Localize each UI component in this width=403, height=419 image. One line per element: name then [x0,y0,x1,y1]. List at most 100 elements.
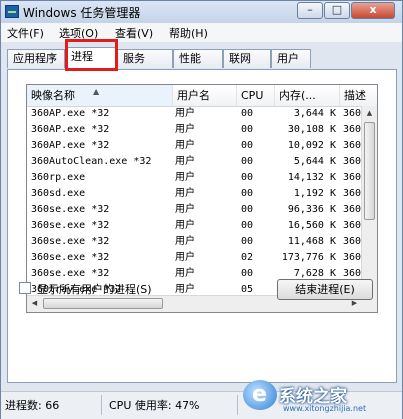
cell-user-name: 用户 [175,268,195,279]
table-row[interactable]: 360se.exe *32 用户 00 96,336 K 360 [27,202,363,218]
cell-user-name: 用户 [175,188,195,199]
cell-cpu: 00 [241,188,254,199]
column-cpu[interactable]: CPU [237,85,275,106]
cell-image-name: 360se.exe *32 [31,252,110,263]
end-process-button[interactable]: 结束进程(E) [277,279,373,300]
cell-description: 360 [343,108,362,119]
cell-image-name: 360se.exe *32 [31,236,110,247]
cell-cpu: 00 [241,156,254,167]
scroll-left-icon[interactable]: ◀ [27,296,42,311]
window-title: Windows 任务管理器 [23,6,141,20]
cell-description: 360 [343,172,362,183]
cell-description: 360 [343,252,362,263]
cell-user-name: 用户 [175,252,195,263]
cell-memory: 173,776 K [281,252,336,263]
cell-user-name: 用户 [175,236,195,247]
cell-cpu: 00 [241,124,254,135]
cell-image-name: 360sd.exe [31,188,86,199]
cell-user-name: 用户 [175,156,195,167]
highlight-box [65,39,118,71]
cell-memory: 1,192 K [293,188,336,199]
maximize-button[interactable]: □ [324,2,350,19]
cpu-usage: CPU 使用率: 47% [109,399,200,412]
table-row[interactable]: 360AP.exe *32 用户 00 10,092 K 360 [27,138,363,154]
cell-image-name: 360rp.exe [31,172,86,183]
menu-bar: 文件(F) 选项(O) 查看(V) 帮助(H) [1,23,402,42]
column-description[interactable]: 描述 [340,85,377,106]
show-all-users-checkbox[interactable] [19,282,31,294]
cell-image-name: 360AP.exe *32 [31,124,110,135]
cell-image-name: 360AP.exe *32 [31,108,110,119]
table-row[interactable]: 360rp.exe 用户 00 14,132 K 360 [27,170,363,186]
task-manager-window: Windows 任务管理器 – □ x 文件(F) 选项(O) 查看(V) 帮助… [0,0,403,419]
tab-networking[interactable]: 联网 [223,49,271,68]
table-row[interactable]: 360AP.exe *32 用户 00 3,644 K 360 [27,106,363,122]
site-logo-icon [243,380,277,410]
site-watermark: 系统之家 www.xitongzhijia.net [243,378,403,419]
column-image-name[interactable]: ▲ 映像名称 [27,85,173,106]
cell-cpu: 00 [241,220,254,231]
cell-memory: 30,108 K [287,124,336,135]
cell-memory: 5,644 K [293,156,336,167]
cell-cpu: 00 [241,140,254,151]
table-row[interactable]: 360se.exe *32 用户 00 11,468 K 360 [27,234,363,250]
status-separator [101,395,102,415]
menu-view[interactable]: 查看(V) [115,25,153,41]
show-all-users-label: 显示所有用户的进程(S) [37,283,152,296]
cell-cpu: 00 [241,172,254,183]
vertical-scrollbar[interactable]: ▲ ▼ [361,106,377,296]
cell-description: 360 [343,140,362,151]
cell-user-name: 用户 [175,108,195,119]
menu-file[interactable]: 文件(F) [7,25,44,41]
task-manager-icon [5,5,19,18]
cell-user-name: 用户 [175,220,195,231]
cell-cpu: 00 [241,236,254,247]
vertical-scroll-thumb[interactable] [364,122,375,220]
table-row[interactable]: 360sd.exe 用户 00 1,192 K 360 [27,186,363,202]
cell-user-name: 用户 [175,204,195,215]
cell-memory: 10,092 K [287,140,336,151]
title-bar[interactable]: Windows 任务管理器 – □ x [1,1,402,23]
cell-user-name: 用户 [175,124,195,135]
cell-image-name: 360se.exe *32 [31,204,110,215]
cell-image-name: 360AutoClean.exe *32 [31,156,152,167]
status-separator [237,395,238,415]
cell-description: 360 [343,236,362,247]
cell-description: 360 [343,156,362,167]
cell-image-name: 360AP.exe *32 [31,140,110,151]
column-memory[interactable]: 内存(... [275,85,340,106]
process-count: 进程数: 66 [5,399,60,412]
table-row[interactable]: 360se.exe *32 用户 02 173,776 K 360 [27,250,363,266]
menu-help[interactable]: 帮助(H) [169,25,208,41]
column-label: 映像名称 [31,89,75,102]
column-user-name[interactable]: 用户名 [173,85,237,106]
cell-cpu: 02 [241,252,254,263]
cell-memory: 96,336 K [287,204,336,215]
cell-user-name: 用户 [175,140,195,151]
cell-description: 360 [343,204,362,215]
cell-description: 360 [343,188,362,199]
table-row[interactable]: 360AutoClean.exe *32 用户 00 5,644 K 360 [27,154,363,170]
watermark-url: www.xitongzhijia.net [283,404,367,413]
cell-image-name: 360se.exe *32 [31,268,110,279]
close-button[interactable]: x [351,2,395,19]
cell-cpu: 00 [241,268,254,279]
table-row[interactable]: 360se.exe *32 用户 00 16,560 K 360 [27,218,363,234]
cell-description: 360 [343,124,362,135]
horizontal-scroll-thumb[interactable] [43,298,163,309]
processes-panel: ▲ 映像名称 用户名 CPU 内存(... 描述 360AP.exe *32 用户… [7,69,397,383]
tab-applications[interactable]: 应用程序 [7,49,65,68]
minimize-button[interactable]: – [297,2,323,19]
cell-cpu: 00 [241,204,254,215]
tab-performance[interactable]: 性能 [173,49,223,68]
sort-ascending-icon: ▲ [93,87,100,96]
scroll-up-icon[interactable]: ▲ [362,106,377,121]
cell-memory: 3,644 K [293,108,336,119]
table-row[interactable]: 360AP.exe *32 用户 00 30,108 K 360 [27,122,363,138]
tab-users[interactable]: 用户 [271,49,311,68]
cell-cpu: 00 [241,108,254,119]
cell-image-name: 360se.exe *32 [31,220,110,231]
cell-memory: 11,468 K [287,236,336,247]
tab-services[interactable]: 服务 [117,49,173,68]
list-header: ▲ 映像名称 用户名 CPU 内存(... 描述 [27,85,377,107]
